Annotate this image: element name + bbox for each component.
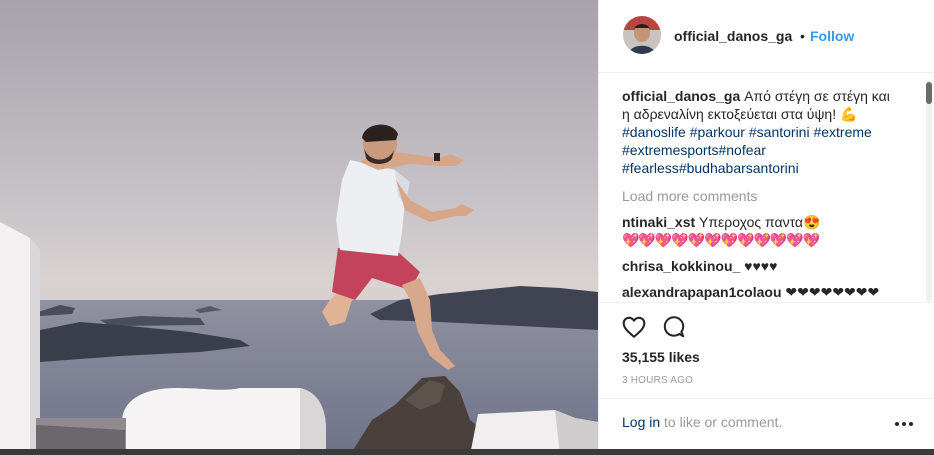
hashtag-link[interactable]: #fearless [622,160,679,176]
comment-text: Υπεροχος παντα [699,214,804,230]
page-bottom-strip [0,449,934,455]
comment-bubble-icon[interactable] [661,314,687,340]
more-options-icon[interactable] [893,413,915,435]
list-item: chrisa_kokkinou_ ♥♥♥♥ [622,257,892,275]
follow-button[interactable]: Follow [810,28,854,44]
login-link[interactable]: Log in [622,414,660,430]
post-sidebar: official_danos_ga • Follow official_dano… [598,0,934,449]
hashtag-link[interactable]: #danoslife [622,124,686,140]
hashtag-link[interactable]: #parkour [690,124,745,140]
avatar[interactable] [623,16,661,54]
hashtag-link[interactable]: #extreme [813,124,871,140]
login-prompt: Log in to like or comment. [599,398,934,450]
post-timestamp[interactable]: 3 HOURS AGO [622,375,693,386]
hashtag-link[interactable]: #extremesports [622,142,718,158]
load-more-comments-link[interactable]: Load more comments [622,187,892,205]
login-prompt-text: Log in to like or comment. [622,414,782,430]
post-photo[interactable] [0,0,598,455]
comment-username[interactable]: alexandrapapan1colaou [622,284,782,300]
scrollbar-thumb[interactable] [926,82,932,104]
list-item: ntinaki_xst Υπεροχος παντα😍 💖💖💖💖💖💖💖💖💖💖💖💖 [622,213,892,249]
heart-eyes-emoji: 😍 [803,214,821,230]
caption-username[interactable]: official_danos_ga [622,88,740,104]
sparkling-hearts-emoji: 💖💖💖💖💖💖💖💖💖💖💖💖 [622,232,820,248]
heart-outline-icon[interactable] [621,314,647,340]
list-item: alexandrapapan1colaou ❤❤❤❤❤❤❤❤ [622,283,892,301]
hashtag-link[interactable]: #nofear [718,142,765,158]
comment-username[interactable]: ntinaki_xst [622,214,695,230]
separator-dot: • [800,28,805,44]
caption: official_danos_ga Από στέγη σε στέγη και… [622,87,892,177]
comments-list[interactable]: official_danos_ga Από στέγη σε στέγη και… [622,80,892,302]
login-rest-text: to like or comment. [660,414,783,430]
hashtag-link[interactable]: #santorini [749,124,810,140]
flexed-biceps-emoji: 💪 [840,106,858,122]
hashtag-link[interactable]: #budhabarsantorini [679,160,799,176]
scrollbar-track[interactable] [926,80,932,302]
like-count[interactable]: 35,155 likes [622,349,700,365]
post-header: official_danos_ga • Follow [599,0,934,73]
comment-text: ♥♥♥♥ [744,258,778,274]
comment-username[interactable]: chrisa_kokkinou_ [622,258,740,274]
comment-text: ❤❤❤❤❤❤❤❤ [785,284,880,300]
comments-scrollbar[interactable] [926,80,932,302]
post-actions: 35,155 likes 3 HOURS AGO [599,302,934,386]
header-username[interactable]: official_danos_ga [674,28,792,44]
